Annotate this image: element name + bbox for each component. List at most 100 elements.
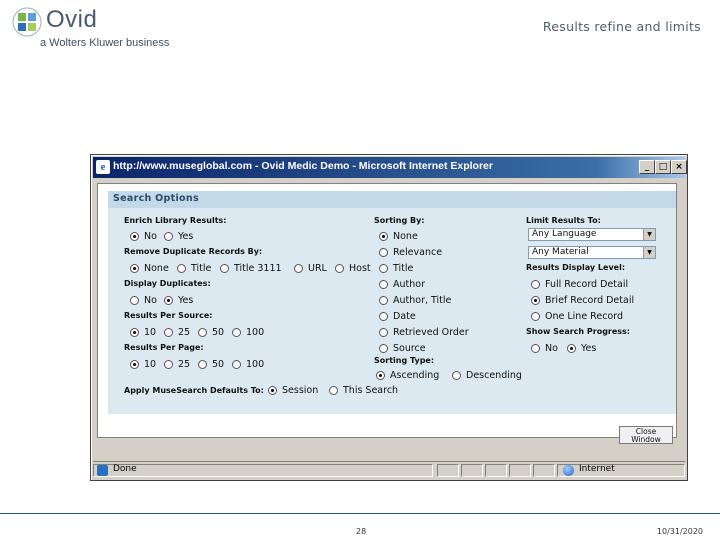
slide-title: Results refine and limits <box>542 19 701 34</box>
page-done-icon <box>97 465 108 476</box>
duplicates-label: Remove Duplicate Records By: <box>124 247 263 256</box>
radio-icon <box>379 344 388 353</box>
duplicates-option-title[interactable]: Title <box>177 263 211 274</box>
status-segment <box>485 464 507 477</box>
status-segment <box>533 464 555 477</box>
per-page-option-50[interactable]: 50 <box>198 359 224 370</box>
show-progress-option-no[interactable]: No <box>531 343 558 354</box>
close-window-page-button[interactable]: Close Window <box>619 426 673 444</box>
per-source-option-25[interactable]: 25 <box>164 327 190 338</box>
logo-wordmark: Ovid <box>46 6 98 33</box>
radio-icon <box>379 328 388 337</box>
radio-icon <box>379 280 388 289</box>
limit-results-label: Limit Results To: <box>526 216 601 225</box>
radio-icon <box>130 296 139 305</box>
chevron-down-icon: ▼ <box>643 247 655 258</box>
radio-icon <box>531 344 540 353</box>
footer-divider <box>0 513 720 514</box>
enrich-option-yes[interactable]: Yes <box>164 231 193 242</box>
sort-option-date[interactable]: Date <box>379 311 416 322</box>
status-segment-zone <box>557 464 685 477</box>
results-per-source-label: Results Per Source: <box>124 311 213 320</box>
per-source-option-10[interactable]: 10 <box>130 327 156 338</box>
globe-icon <box>563 465 574 476</box>
show-progress-option-yes[interactable]: Yes <box>567 343 596 354</box>
material-select[interactable]: Any Material ▼ <box>528 246 656 259</box>
browser-window: e http://www.museglobal.com - Ovid Medic… <box>90 154 688 481</box>
display-duplicates-option-no[interactable]: No <box>130 295 157 306</box>
status-segment <box>461 464 483 477</box>
per-page-option-10[interactable]: 10 <box>130 359 156 370</box>
status-segment-main <box>93 464 433 477</box>
display-level-brief[interactable]: Brief Record Detail <box>531 295 634 306</box>
material-select-value: Any Material <box>532 247 589 257</box>
maximize-button[interactable]: □ <box>655 160 671 174</box>
radio-icon <box>198 360 207 369</box>
radio-icon <box>130 360 139 369</box>
status-bar: Done Internet <box>93 461 685 478</box>
sort-option-source[interactable]: Source <box>379 343 426 354</box>
apply-defaults-option-session[interactable]: Session <box>268 385 318 396</box>
display-level-full[interactable]: Full Record Detail <box>531 279 628 290</box>
apply-defaults-option-this-search[interactable]: This Search <box>329 385 398 396</box>
radio-icon <box>232 328 241 337</box>
close-button-line2: Window <box>631 435 661 444</box>
language-select[interactable]: Any Language ▼ <box>528 228 656 241</box>
close-window-button[interactable]: × <box>671 160 687 174</box>
duplicates-option-url[interactable]: URL <box>294 263 327 274</box>
sort-option-title[interactable]: Title <box>379 263 413 274</box>
search-options-header: Search Options <box>108 191 676 208</box>
radio-icon <box>379 296 388 305</box>
language-select-value: Any Language <box>532 229 597 239</box>
logo-tagline: a Wolters Kluwer business <box>40 37 170 49</box>
sort-option-retrieved-order[interactable]: Retrieved Order <box>379 327 469 338</box>
duplicates-option-host[interactable]: Host <box>335 263 371 274</box>
show-progress-label: Show Search Progress: <box>526 327 631 336</box>
minimize-button[interactable]: _ <box>639 160 655 174</box>
radio-icon <box>164 360 173 369</box>
status-segment <box>509 464 531 477</box>
duplicates-option-none[interactable]: None <box>130 263 169 274</box>
per-page-option-25[interactable]: 25 <box>164 359 190 370</box>
radio-icon <box>567 344 576 353</box>
window-titlebar[interactable]: e http://www.museglobal.com - Ovid Medic… <box>93 157 687 178</box>
sort-type-ascending[interactable]: Ascending <box>376 370 439 381</box>
radio-icon <box>198 328 207 337</box>
display-duplicates-option-yes[interactable]: Yes <box>164 295 193 306</box>
sort-option-author[interactable]: Author <box>379 279 425 290</box>
sort-option-author-title[interactable]: Author, Title <box>379 295 451 306</box>
radio-icon <box>294 264 303 273</box>
sort-option-relevance[interactable]: Relevance <box>379 247 442 258</box>
per-source-option-100[interactable]: 100 <box>232 327 264 338</box>
radio-icon <box>531 312 540 321</box>
chevron-down-icon: ▼ <box>643 229 655 240</box>
display-duplicates-label: Display Duplicates: <box>124 279 211 288</box>
sort-type-descending[interactable]: Descending <box>452 370 522 381</box>
search-options-panel: Search Options Enrich Library Results: N… <box>108 191 676 414</box>
radio-icon <box>164 328 173 337</box>
radio-icon <box>329 386 338 395</box>
search-options-title: Search Options <box>113 193 199 204</box>
radio-icon <box>130 328 139 337</box>
per-source-option-50[interactable]: 50 <box>198 327 224 338</box>
ovid-logo-icon <box>12 7 42 37</box>
radio-icon <box>164 232 173 241</box>
radio-icon <box>376 371 385 380</box>
per-page-option-100[interactable]: 100 <box>232 359 264 370</box>
radio-icon <box>379 248 388 257</box>
duplicates-option-title-3111[interactable]: Title 3111 <box>220 263 282 274</box>
sort-option-none[interactable]: None <box>379 231 418 242</box>
page-number: 28 <box>356 527 367 536</box>
apply-defaults-label: Apply MuseSearch Defaults To: <box>124 386 264 395</box>
radio-icon <box>379 312 388 321</box>
enrich-option-no[interactable]: No <box>130 231 157 242</box>
radio-icon <box>531 280 540 289</box>
results-per-page-label: Results Per Page: <box>124 343 204 352</box>
display-level-one-line[interactable]: One Line Record <box>531 311 623 322</box>
radio-icon <box>220 264 229 273</box>
slide: Ovid a Wolters Kluwer business Results r… <box>0 0 720 540</box>
internet-explorer-icon: e <box>96 160 110 174</box>
radio-icon <box>531 296 540 305</box>
radio-icon <box>164 296 173 305</box>
browser-content: Search Options Enrich Library Results: N… <box>97 183 677 438</box>
